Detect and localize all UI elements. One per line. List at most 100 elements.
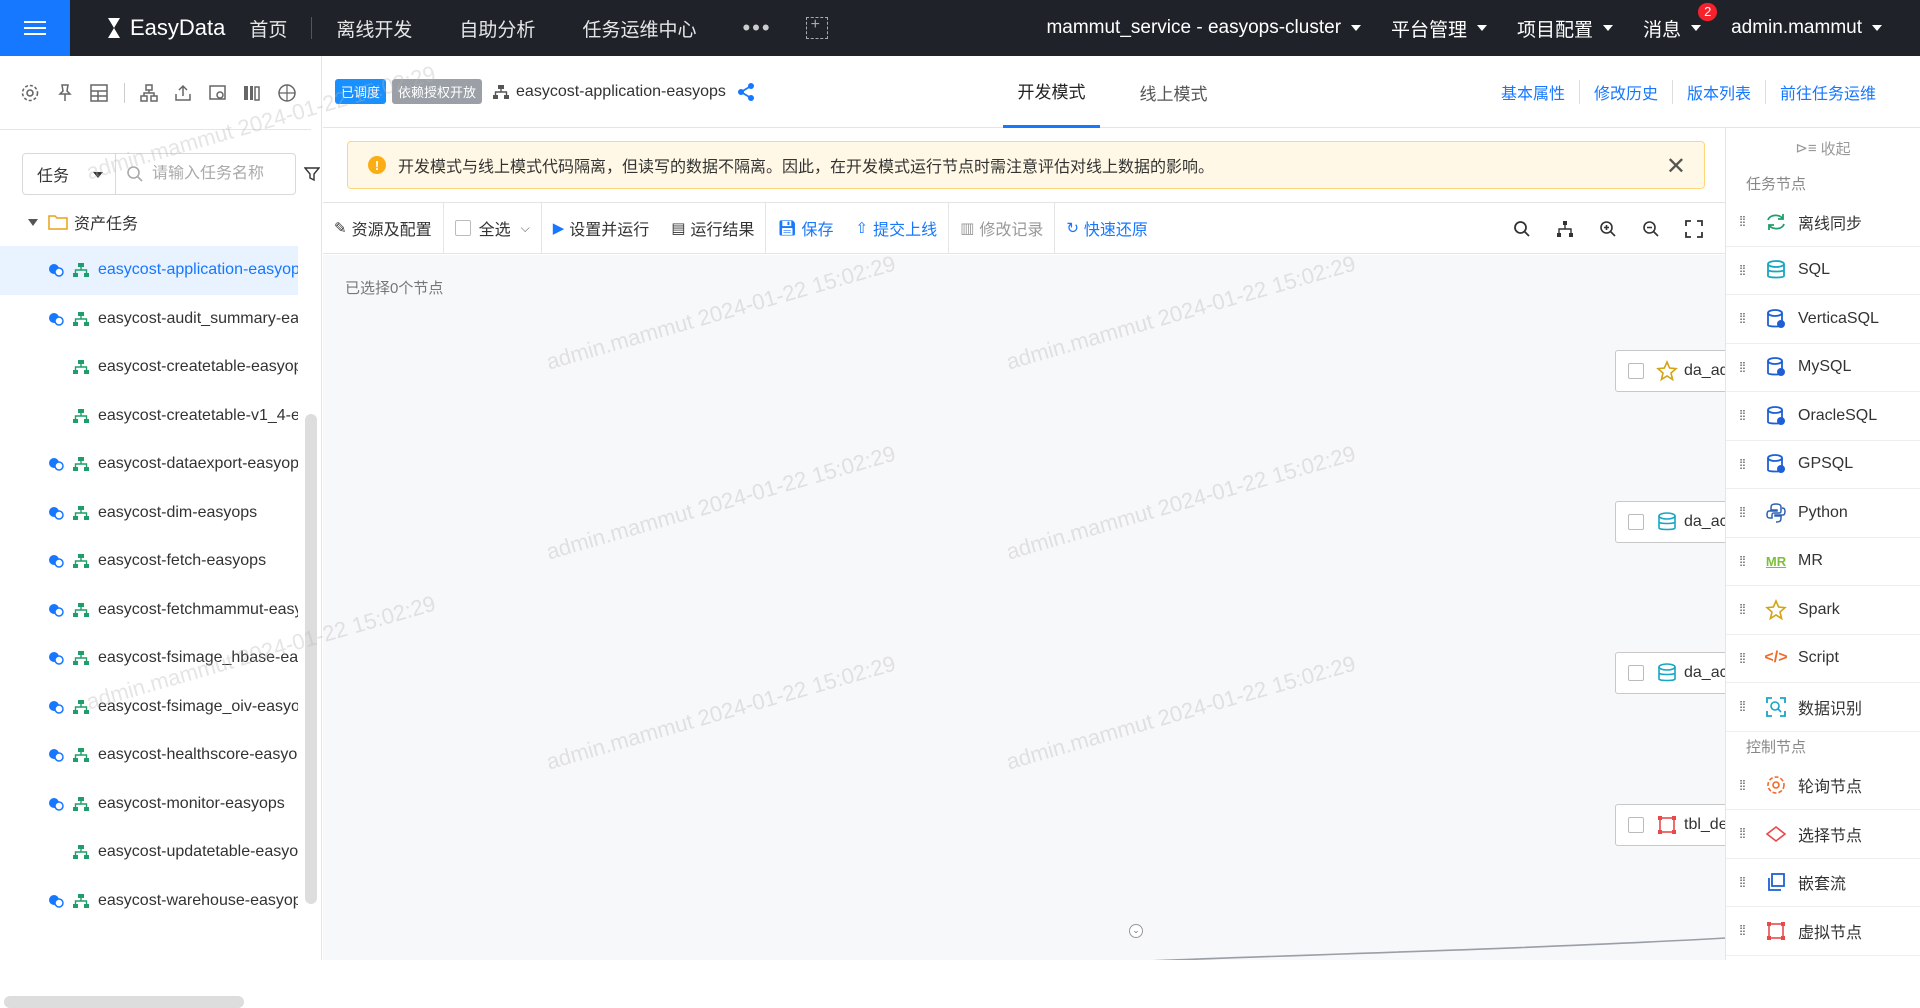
drag-handle-icon[interactable]: ⁞⁞: [1730, 778, 1754, 792]
drag-handle-icon[interactable]: ⁞⁞: [1730, 263, 1754, 277]
drag-handle-icon[interactable]: ⁞⁞: [1730, 651, 1754, 665]
close-icon[interactable]: ✕: [1666, 152, 1686, 181]
fullscreen-icon[interactable]: [1683, 218, 1705, 240]
logo[interactable]: EasyData: [104, 15, 225, 41]
set-run-button[interactable]: ▶ 设置并运行: [542, 202, 661, 254]
compass-icon[interactable]: [277, 82, 298, 104]
menu-toggle-button[interactable]: [0, 0, 70, 56]
palette-item-gpsql[interactable]: ⁞⁞ GPSQL: [1726, 441, 1920, 489]
library-icon[interactable]: [242, 82, 263, 104]
drag-handle-icon[interactable]: ⁞⁞: [1730, 505, 1754, 519]
palette-item-mysql[interactable]: ⁞⁞ MySQL: [1726, 344, 1920, 392]
tab-dev-mode[interactable]: 开发模式: [1003, 56, 1100, 128]
drag-handle-icon[interactable]: ⁞⁞: [1730, 408, 1754, 422]
tree-item[interactable]: easycost-createtable-easyops: [0, 343, 298, 392]
tree-item[interactable]: easycost-monitor-easyops: [0, 780, 298, 829]
tree-item[interactable]: easycost-dataexport-easyops: [0, 440, 298, 489]
palette-item-nested-flow[interactable]: ⁞⁞ 嵌套流: [1726, 859, 1920, 907]
tree-item[interactable]: easycost-warehouse-easyops: [0, 877, 298, 926]
zoom-in-icon[interactable]: [1597, 218, 1619, 240]
drag-handle-icon[interactable]: ⁞⁞: [1730, 602, 1754, 616]
tree-item[interactable]: easycost-healthscore-easyops: [0, 731, 298, 780]
drag-handle-icon[interactable]: ⁞⁞: [1730, 554, 1754, 568]
palette-item-oraclesql[interactable]: ⁞⁞ OracleSQL: [1726, 392, 1920, 441]
layout-icon[interactable]: [89, 82, 110, 104]
chevron-down-icon[interactable]: ⌵: [521, 221, 530, 236]
palette-item-polling[interactable]: ⁞⁞ 轮询节点: [1726, 762, 1920, 810]
tree-item[interactable]: easycost-updatetable-easyops: [0, 828, 298, 877]
palette-item-virtual[interactable]: ⁞⁞ 虚拟节点: [1726, 907, 1920, 956]
edit-history-link[interactable]: 修改历史: [1578, 80, 1672, 104]
user-menu[interactable]: admin.mammut: [1731, 17, 1882, 39]
goto-ops-link[interactable]: 前往任务运维: [1764, 80, 1890, 104]
resources-button[interactable]: ✎ 资源及配置: [323, 202, 444, 254]
tree-item[interactable]: easycost-fetch-easyops: [0, 537, 298, 586]
zoom-out-icon[interactable]: [1640, 218, 1662, 240]
basic-props-link[interactable]: 基本属性: [1487, 80, 1579, 104]
add-window-icon[interactable]: [805, 16, 828, 39]
task-search-input[interactable]: [152, 165, 282, 183]
drag-handle-icon[interactable]: ⁞⁞: [1730, 311, 1754, 325]
pin-icon[interactable]: [55, 82, 76, 104]
sidebar-vertical-scrollbar[interactable]: [305, 414, 317, 904]
run-result-button[interactable]: ▤ 运行结果: [660, 202, 767, 254]
save-button[interactable]: 💾︎ 保存: [766, 202, 844, 254]
layout-tree-icon[interactable]: [1554, 218, 1576, 240]
palette-item-python[interactable]: ⁞⁞ Python: [1726, 489, 1920, 538]
tree-item[interactable]: easycost-fetchmammut-easyops: [0, 586, 298, 635]
palette-item-choice[interactable]: ⁞⁞ 选择节点: [1726, 810, 1920, 859]
drag-handle-icon[interactable]: ⁞⁞: [1730, 699, 1754, 713]
drag-handle-icon[interactable]: ⁞⁞: [1730, 360, 1754, 374]
drag-handle-icon[interactable]: ⁞⁞: [1730, 875, 1754, 889]
cluster-select[interactable]: mammut_service - easyops-cluster: [1046, 17, 1362, 39]
task-search-box[interactable]: [116, 153, 296, 195]
collapse-button[interactable]: ⊳≡ 收起: [1726, 128, 1920, 168]
version-list-link[interactable]: 版本列表: [1671, 80, 1765, 104]
tree-folder-assets[interactable]: 资产任务: [28, 210, 138, 234]
select-all-toggle[interactable]: 全选 ⌵: [444, 202, 542, 254]
tree-item[interactable]: easycost-application-easyops: [0, 246, 298, 295]
nav-offline-dev[interactable]: 离线开发: [336, 15, 412, 42]
tree-item[interactable]: easycost-audit_summary-easyops: [0, 295, 298, 344]
nav-self-analysis[interactable]: 自助分析: [459, 15, 535, 42]
palette-item-script[interactable]: ⁞⁞ </> Script: [1726, 635, 1920, 683]
palette-item-data-recognition[interactable]: ⁞⁞ 数据识别: [1726, 683, 1920, 732]
palette-item-mr[interactable]: ⁞⁞ MR MR: [1726, 538, 1920, 586]
tree-item[interactable]: easycost-fsimage_hbase-easyops: [0, 634, 298, 683]
platform-menu[interactable]: 平台管理: [1391, 15, 1488, 42]
share-icon[interactable]: [736, 82, 756, 102]
tree-item-label: easycost-dim-easyops: [98, 503, 258, 521]
tree-item[interactable]: easycost-fsimage_oiv-easyops: [0, 683, 298, 732]
tab-online-mode[interactable]: 线上模式: [1125, 56, 1222, 128]
quick-restore-button[interactable]: ↻ 快速还原: [1055, 202, 1159, 254]
task-type-select[interactable]: 任务: [22, 153, 116, 195]
settings-icon[interactable]: [20, 82, 41, 104]
palette-item-sql[interactable]: ⁞⁞ SQL: [1726, 247, 1920, 295]
tree-item[interactable]: easycost-dim-easyops: [0, 489, 298, 538]
messages-menu[interactable]: 消息 2: [1643, 2, 1718, 42]
image-search-icon[interactable]: [208, 82, 229, 104]
select-all-checkbox[interactable]: [454, 220, 471, 236]
sidebar-horizontal-scrollbar[interactable]: [4, 996, 244, 1008]
upload-icon[interactable]: [173, 82, 194, 104]
search-icon[interactable]: [1511, 218, 1533, 240]
filter-icon[interactable]: [304, 166, 320, 182]
nav-home[interactable]: 首页: [249, 15, 287, 42]
drag-handle-icon[interactable]: ⁞⁞: [1730, 457, 1754, 471]
nav-more-button[interactable]: •••: [742, 15, 771, 41]
modify-log-button[interactable]: ▥ 修改记录: [949, 202, 1056, 254]
nav-ops-center[interactable]: 任务运维中心: [582, 15, 696, 42]
hierarchy-icon[interactable]: [138, 82, 159, 104]
tree-item[interactable]: easycost-createtable-v1_4-easyops: [0, 392, 298, 441]
drag-handle-icon[interactable]: ⁞⁞: [1730, 214, 1754, 228]
palette-item-offline-sync[interactable]: ⁞⁞ 离线同步: [1726, 198, 1920, 247]
palette-item-spark[interactable]: ⁞⁞ Spark: [1726, 586, 1920, 635]
save-label: 保存: [801, 222, 834, 239]
drag-handle-icon[interactable]: ⁞⁞: [1730, 923, 1754, 937]
workflow-canvas[interactable]: 已选择0个节点 da_ad da_ac da_ac tbl_de ⌄: [323, 255, 1726, 960]
palette-item-verticasql[interactable]: ⁞⁞ VerticaSQL: [1726, 295, 1920, 344]
drag-handle-icon[interactable]: ⁞⁞: [1730, 826, 1754, 840]
project-config-menu[interactable]: 项目配置: [1517, 15, 1614, 42]
submit-online-button[interactable]: ⇧ 提交上线: [845, 202, 950, 254]
palette-item-label: MySQL: [1798, 358, 1852, 376]
